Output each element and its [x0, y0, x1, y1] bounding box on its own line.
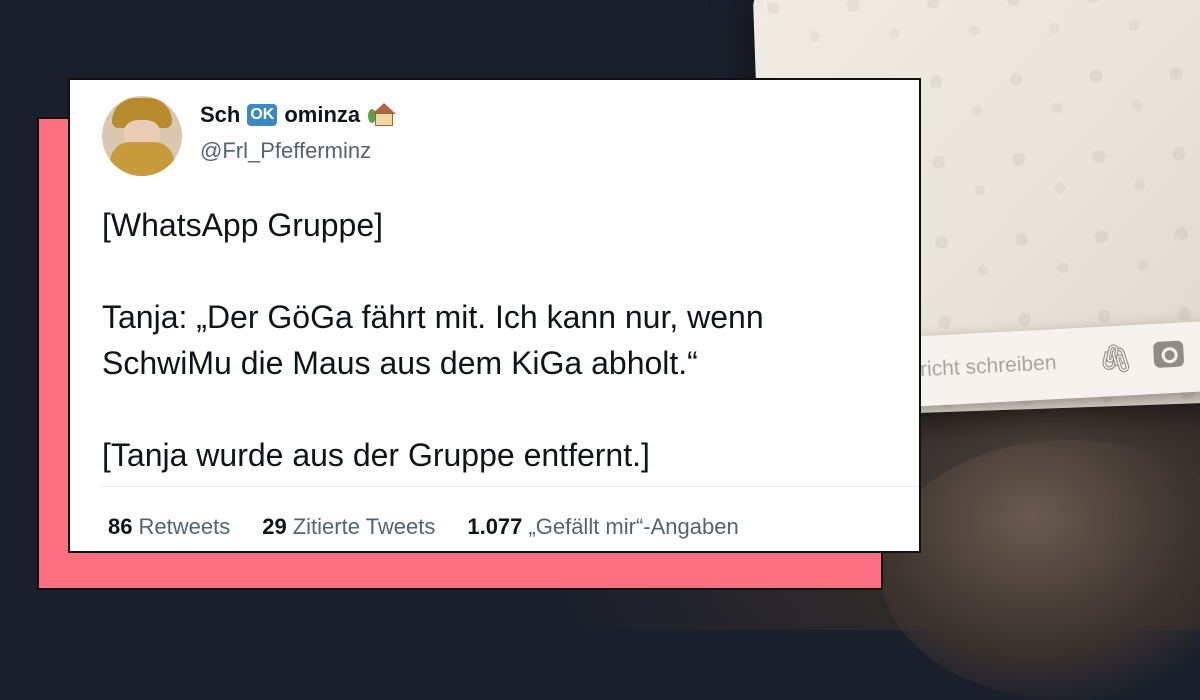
likes-label: „Gefällt mir“-Angaben	[528, 514, 739, 539]
tweet-stats: 86 Retweets 29 Zitierte Tweets 1.077 „Gefäl…	[108, 514, 739, 540]
tweet-paragraph-1: [WhatsApp Gruppe]	[102, 207, 384, 243]
camera-icon	[1152, 340, 1185, 369]
quotes-count: 29	[262, 514, 287, 539]
stats-divider	[102, 486, 919, 487]
retweets-stat[interactable]: 86 Retweets	[108, 514, 230, 540]
likes-count: 1.077	[467, 514, 523, 539]
tweet-paragraph-3: [Tanja wurde aus der Gruppe entfernt.]	[102, 437, 650, 473]
author-handle[interactable]: @Frl_Pfefferminz	[200, 138, 371, 164]
message-placeholder: richt schreiben	[919, 351, 1058, 382]
avatar[interactable]	[102, 96, 182, 176]
quotes-stat[interactable]: 29 Zitierte Tweets	[262, 514, 435, 540]
paperclip-icon: 🖇	[1096, 342, 1135, 375]
avatar-scarf	[110, 142, 174, 176]
author-name[interactable]: Sch OK ominza	[200, 102, 398, 128]
retweets-count: 86	[108, 514, 133, 539]
tweet-text: [WhatsApp Gruppe] Tanja: „Der GöGa fährt…	[102, 202, 902, 478]
quotes-label: Zitierte Tweets	[292, 514, 436, 539]
author-name-prefix: Sch	[200, 102, 241, 127]
house-with-garden-icon	[368, 103, 398, 127]
likes-stat[interactable]: 1.077 „Gefällt mir“-Angaben	[467, 514, 738, 540]
retweets-label: Retweets	[138, 514, 231, 539]
tweet-card: Sch OK ominza @Frl_Pfefferminz [WhatsApp G…	[68, 78, 921, 553]
ok-badge-icon: OK	[247, 104, 278, 126]
author-name-suffix: ominza	[284, 102, 361, 127]
tweet-paragraph-2: Tanja: „Der GöGa fährt mit. Ich kann nur…	[102, 299, 764, 381]
